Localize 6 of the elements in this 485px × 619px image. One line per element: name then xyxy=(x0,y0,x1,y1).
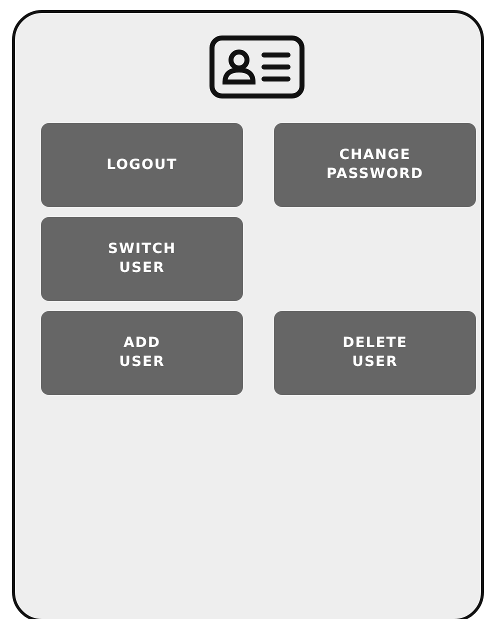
id-card-icon xyxy=(209,35,305,99)
menu-button[interactable]: LOGOUT xyxy=(41,123,243,207)
menu-button[interactable]: ADD USER xyxy=(41,311,243,395)
menu-button[interactable]: DELETE USER xyxy=(274,311,476,395)
menu-button[interactable]: SWITCH USER xyxy=(41,217,243,301)
menu-button[interactable]: CHANGE PASSWORD xyxy=(274,123,476,207)
